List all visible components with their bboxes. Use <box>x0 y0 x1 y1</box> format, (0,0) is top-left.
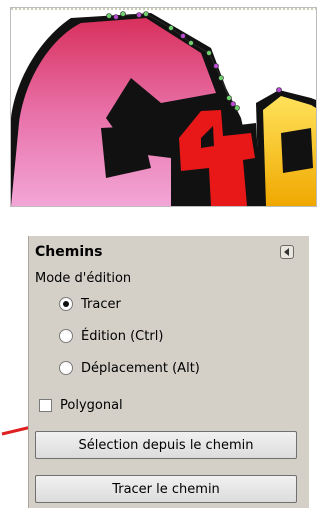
panel-title: Chemins <box>35 244 103 260</box>
edit-mode-label: Mode d'édition <box>35 271 132 286</box>
radio-icon[interactable] <box>59 361 73 375</box>
selection-from-path-button[interactable]: Sélection depuis le chemin <box>35 431 297 459</box>
mode-label-edition: Édition (Ctrl) <box>81 328 164 344</box>
radio-icon[interactable] <box>59 297 73 311</box>
mode-label-tracer: Tracer <box>81 296 121 312</box>
collapse-icon[interactable] <box>280 245 294 259</box>
paths-tool-panel: Chemins Mode d'édition Tracer Édition (C… <box>28 236 309 508</box>
polygonal-label: Polygonal <box>60 398 123 413</box>
stroke-path-button[interactable]: Tracer le chemin <box>35 475 297 503</box>
mode-radio-deplacement[interactable]: Déplacement (Alt) <box>59 358 200 378</box>
radio-icon[interactable] <box>59 329 73 343</box>
mode-radio-tracer[interactable]: Tracer <box>59 294 121 314</box>
polygonal-checkbox-row[interactable]: Polygonal <box>39 398 123 413</box>
graffiti-artwork <box>11 8 316 206</box>
mode-label-deplacement: Déplacement (Alt) <box>81 360 200 376</box>
polygonal-checkbox[interactable] <box>39 399 52 412</box>
image-canvas[interactable] <box>10 7 317 207</box>
mode-radio-edition[interactable]: Édition (Ctrl) <box>59 326 163 346</box>
